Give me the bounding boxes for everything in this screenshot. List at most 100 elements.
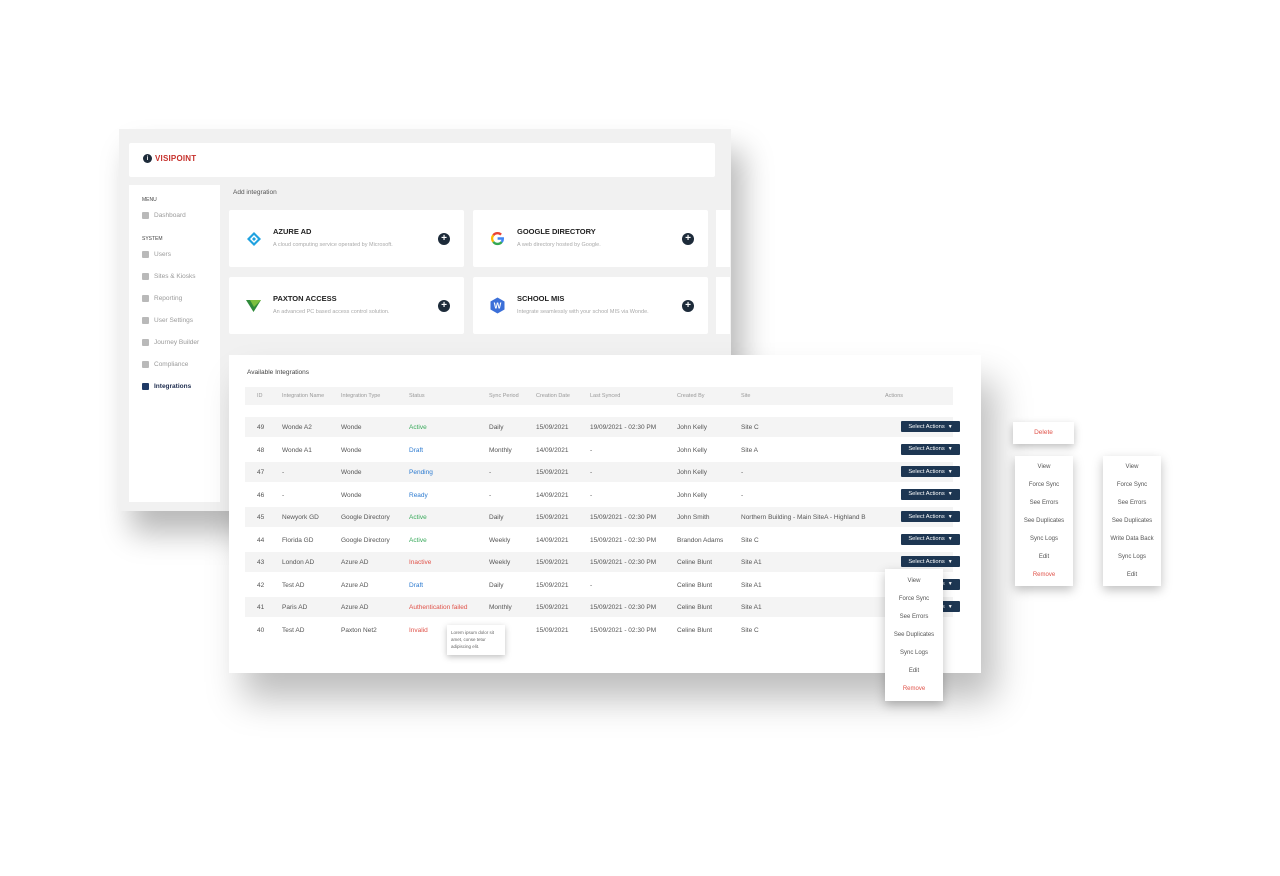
cell-sync-period: - xyxy=(489,491,492,499)
sidebar-item-journey-builder[interactable]: Journey Builder xyxy=(142,339,199,346)
cell-integration-type: Google Directory xyxy=(341,514,390,521)
add-icon[interactable]: + xyxy=(682,300,694,312)
cell-id: 49 xyxy=(257,424,265,431)
cell-id: 47 xyxy=(257,469,265,476)
select-actions-label: Select Actions xyxy=(908,468,945,475)
home-icon xyxy=(142,212,149,219)
cell-last-synced: - xyxy=(590,581,593,589)
menu-item-see-duplicates[interactable]: See Duplicates xyxy=(1015,518,1073,524)
cell-creation-date: 14/09/2021 xyxy=(536,446,569,454)
integration-card-azure[interactable]: AZURE AD A cloud computing service opera… xyxy=(229,210,464,267)
cell-integration-type: Azure AD xyxy=(341,581,369,589)
actions-menu-variant-c: View Force Sync See Errors See Duplicate… xyxy=(1103,456,1161,586)
cell-site: Site A1 xyxy=(741,604,762,611)
card-title: GOOGLE DIRECTORY xyxy=(517,227,596,236)
card-description: A web directory hosted by Google. xyxy=(517,242,601,248)
cell-integration-name: Wonde A1 xyxy=(282,446,312,454)
select-actions-button[interactable]: Select Actions▼ xyxy=(901,533,960,545)
sidebar-item-users[interactable]: Users xyxy=(142,251,171,258)
integration-card-paxton[interactable]: PAXTON ACCESS An advanced PC based acces… xyxy=(229,277,464,334)
sidebar-item-sites-kiosks[interactable]: Sites & Kiosks xyxy=(142,273,196,280)
select-actions-button[interactable]: Select Actions▼ xyxy=(901,488,960,500)
select-actions-label: Select Actions xyxy=(908,446,945,452)
menu-item-view[interactable]: View xyxy=(885,578,943,584)
select-actions-button[interactable]: Select Actions▼ xyxy=(901,421,960,432)
menu-item-see-errors[interactable]: See Errors xyxy=(1015,500,1073,506)
cell-integration-name: - xyxy=(282,469,285,476)
integration-card-school-mis[interactable]: W SCHOOL MIS Integrate seamlessly with y… xyxy=(473,277,708,334)
actions-menu-variant-b: View Force Sync See Errors See Duplicate… xyxy=(1015,456,1073,586)
cell-sync-period: Weekly xyxy=(489,559,511,566)
azure-logo-icon xyxy=(245,230,262,247)
sidebar-item-integrations[interactable]: Integrations xyxy=(142,383,191,390)
cell-site: - xyxy=(741,491,744,499)
cell-sync-period: Monthly xyxy=(489,604,512,611)
cell-status: Active xyxy=(409,424,427,431)
card-description: Integrate seamlessly with your school MI… xyxy=(517,309,649,315)
menu-item-sync-logs[interactable]: Sync Logs xyxy=(885,650,943,656)
menu-item-edit[interactable]: Edit xyxy=(885,668,943,674)
report-icon xyxy=(142,295,149,302)
header-creation-date: Creation Date xyxy=(536,393,570,399)
menu-item-view[interactable]: View xyxy=(1103,464,1161,470)
header-sync-period: Sync Period xyxy=(489,393,519,399)
menu-item-sync-logs[interactable]: Sync Logs xyxy=(1015,536,1073,542)
add-icon[interactable]: + xyxy=(438,233,450,245)
sidebar-item-compliance[interactable]: Compliance xyxy=(142,361,188,368)
integration-card-google[interactable]: GOOGLE DIRECTORY A web directory hosted … xyxy=(473,210,708,267)
menu-item-see-duplicates[interactable]: See Duplicates xyxy=(885,632,943,638)
cell-site: Site C xyxy=(741,536,759,544)
select-actions-button[interactable]: Select Actions▼ xyxy=(901,511,960,522)
cell-last-synced: 15/09/2021 - 02:30 PM xyxy=(590,559,657,566)
menu-item-force-sync[interactable]: Force Sync xyxy=(885,596,943,602)
cell-last-synced: - xyxy=(590,469,593,476)
logo-text: VISIPOINT xyxy=(155,154,197,163)
select-actions-button[interactable]: Select Actions▼ xyxy=(901,443,960,455)
card-title: AZURE AD xyxy=(273,227,312,236)
menu-item-edit[interactable]: Edit xyxy=(1103,572,1161,578)
menu-item-see-errors[interactable]: See Errors xyxy=(885,614,943,620)
cell-integration-type: Azure AD xyxy=(341,559,369,566)
cell-id: 44 xyxy=(257,536,265,544)
cell-creation-date: 15/09/2021 xyxy=(536,626,569,634)
cell-created-by: John Smith xyxy=(677,514,710,521)
cell-created-by: Celine Blunt xyxy=(677,559,713,566)
chevron-down-icon: ▼ xyxy=(947,558,953,565)
select-actions-label: Select Actions xyxy=(908,513,945,520)
logo[interactable]: i VISIPOINT xyxy=(143,154,196,163)
delete-button[interactable]: Delete xyxy=(1013,422,1074,444)
integration-card-partial xyxy=(716,210,730,267)
sidebar-item-reporting[interactable]: Reporting xyxy=(142,295,182,302)
cell-created-by: John Kelly xyxy=(677,491,707,499)
menu-item-remove[interactable]: Remove xyxy=(885,686,943,692)
table-row: 42 Test AD Azure AD Draft Daily 15/09/2021 - Ce… xyxy=(245,575,960,595)
cell-creation-date: 14/09/2021 xyxy=(536,536,569,544)
cell-site: Site A xyxy=(741,446,758,454)
add-icon[interactable]: + xyxy=(682,233,694,245)
sidebar-item-user-settings[interactable]: User Settings xyxy=(142,317,193,324)
menu-item-see-errors[interactable]: See Errors xyxy=(1103,500,1161,506)
chevron-down-icon: ▼ xyxy=(947,491,953,497)
menu-item-force-sync[interactable]: Force Sync xyxy=(1015,482,1073,488)
sidebar-item-dashboard[interactable]: Dashboard xyxy=(142,212,186,219)
table-row: 44 Florida GD Google Directory Active Weekly… xyxy=(245,530,960,550)
cell-created-by: John Kelly xyxy=(677,446,707,454)
menu-item-edit[interactable]: Edit xyxy=(1015,554,1073,560)
menu-item-sync-logs[interactable]: Sync Logs xyxy=(1103,554,1161,560)
table-row: 45 Newyork GD Google Directory Active Daily 1… xyxy=(245,507,960,527)
menu-item-remove[interactable]: Remove xyxy=(1015,572,1073,578)
cell-id: 41 xyxy=(257,604,265,611)
menu-item-see-duplicates[interactable]: See Duplicates xyxy=(1103,518,1161,524)
cell-status: Active xyxy=(409,514,427,521)
cell-created-by: Celine Blunt xyxy=(677,604,713,611)
card-title: PAXTON ACCESS xyxy=(273,294,337,303)
cell-sync-period: Weekly xyxy=(489,536,511,544)
cell-integration-type: Wonde xyxy=(341,469,362,476)
top-bar: i VISIPOINT xyxy=(129,143,715,177)
menu-item-view[interactable]: View xyxy=(1015,464,1073,470)
select-actions-button[interactable]: Select Actions▼ xyxy=(901,556,960,567)
menu-item-write-data-back[interactable]: Write Data Back xyxy=(1103,536,1161,542)
select-actions-button[interactable]: Select Actions▼ xyxy=(901,466,960,477)
add-icon[interactable]: + xyxy=(438,300,450,312)
menu-item-force-sync[interactable]: Force Sync xyxy=(1103,482,1161,488)
